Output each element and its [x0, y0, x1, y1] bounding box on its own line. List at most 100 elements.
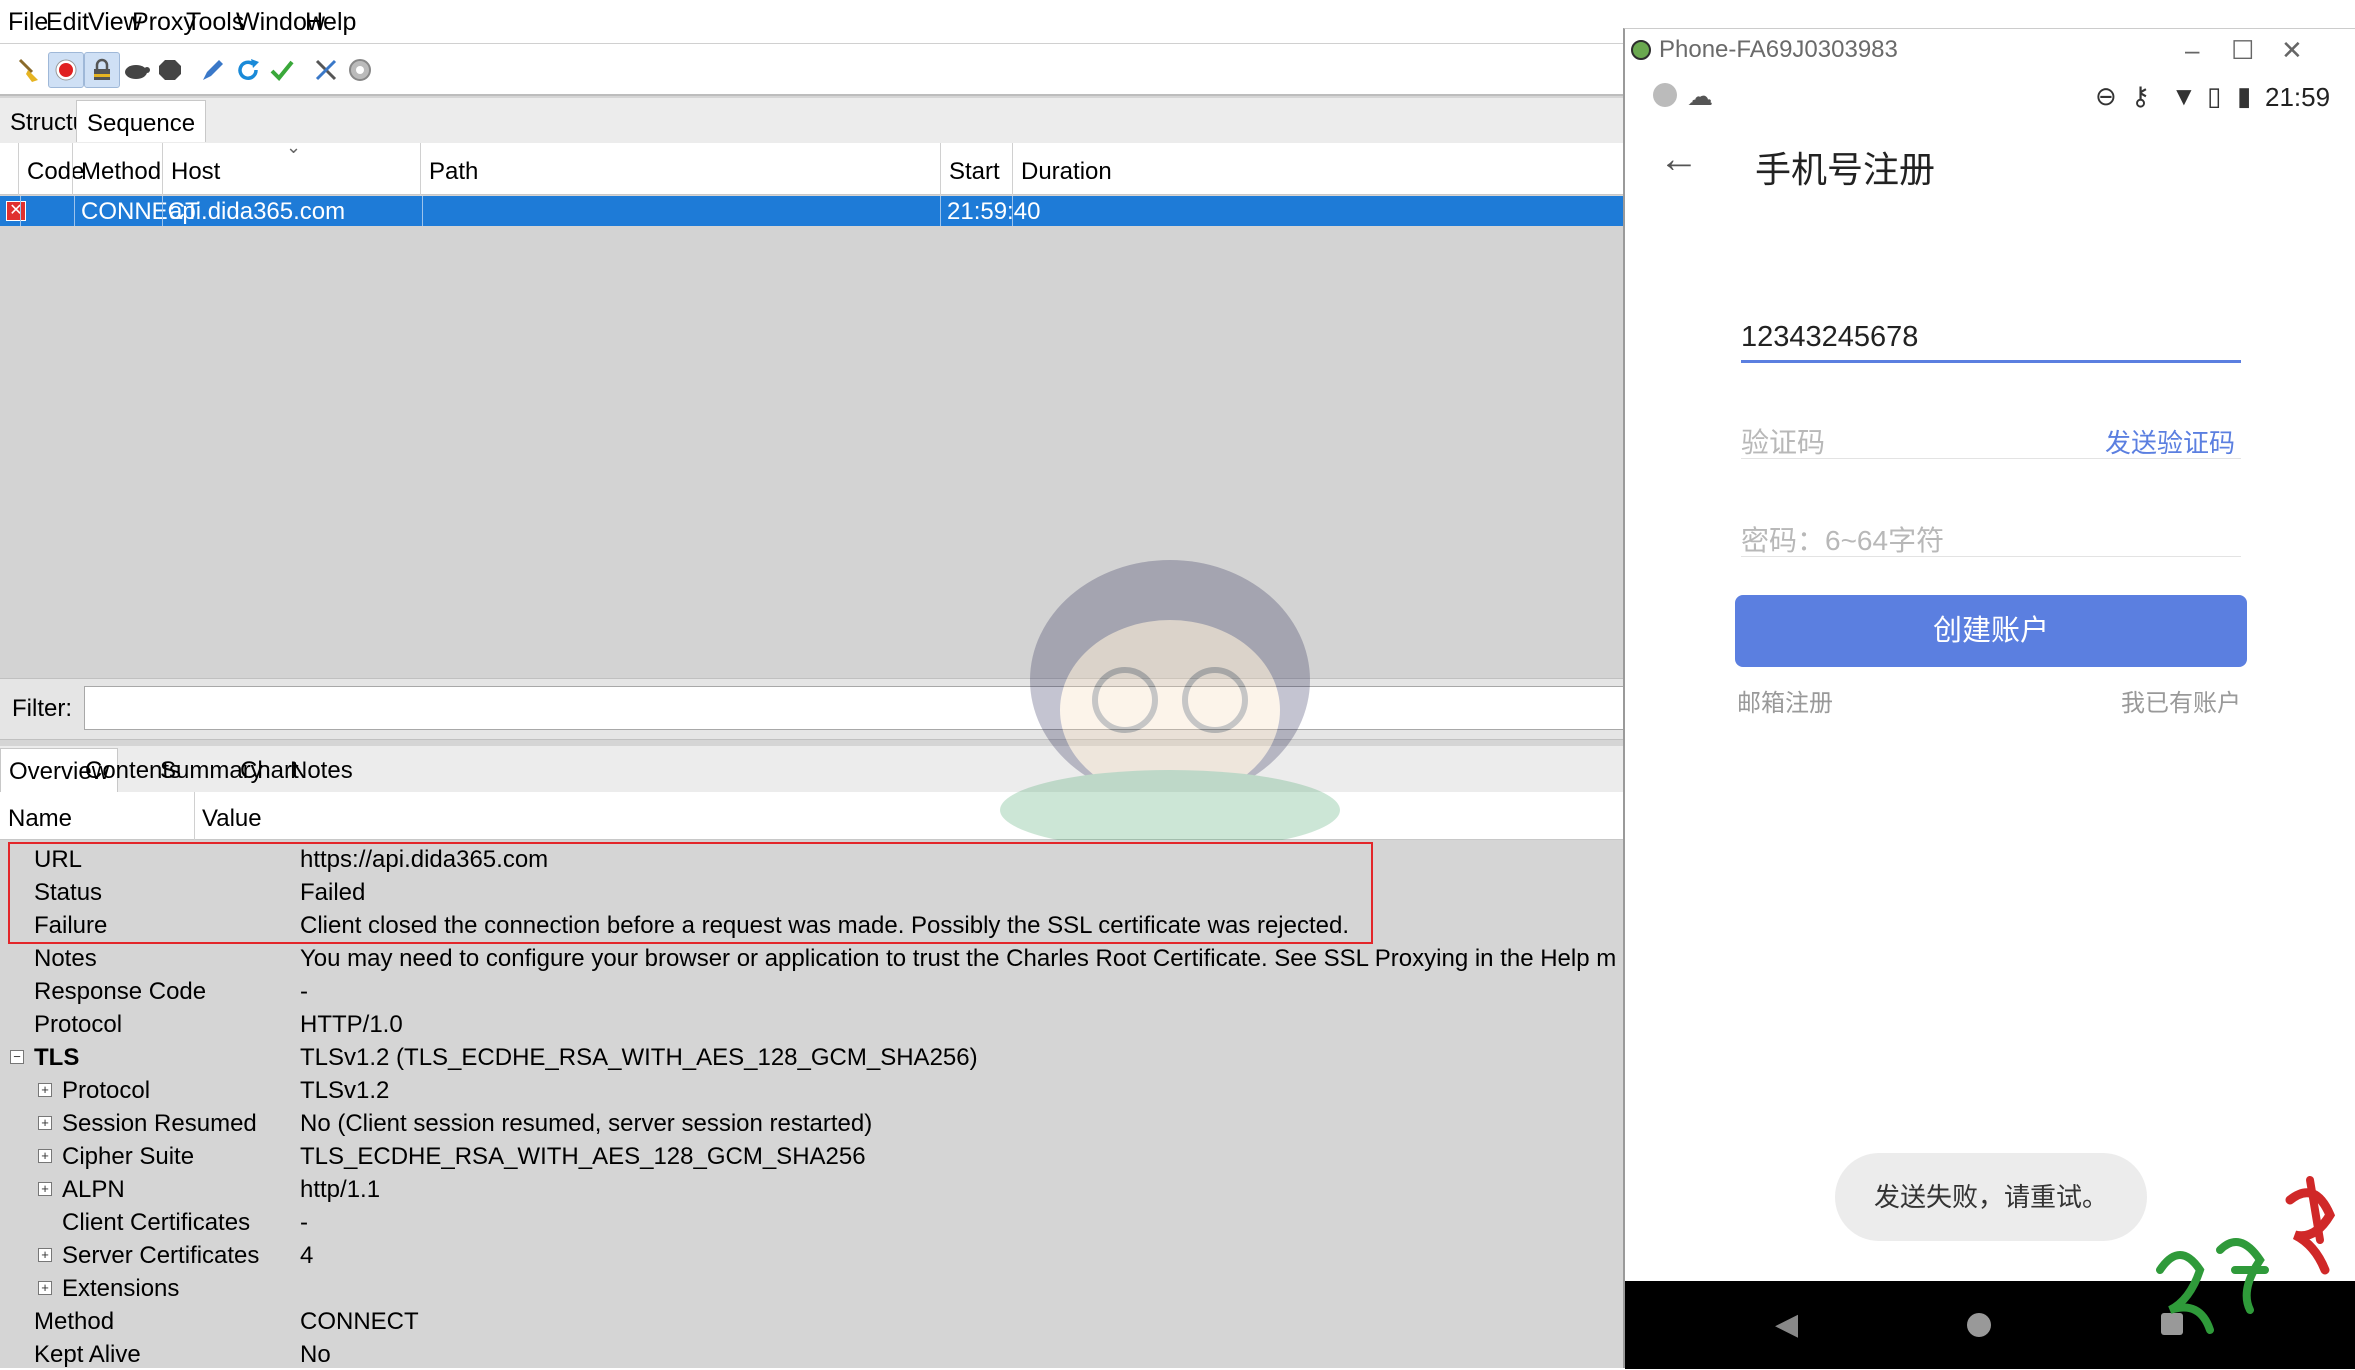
expand-icon[interactable]: + [38, 1281, 52, 1295]
overview-header: Name Value [0, 792, 1625, 840]
row-value: http/1.1 [300, 1176, 381, 1203]
phone-title-bar: Phone-FA69J0303983 – ☐ ✕ [1625, 29, 2355, 73]
cell-code [20, 196, 74, 226]
header-value: Value [202, 805, 262, 832]
ssl-proxy-icon[interactable] [84, 52, 120, 88]
row-name: ALPN [62, 1176, 125, 1203]
repeat-icon[interactable] [230, 52, 266, 88]
vpn-key-icon: ⚷ [2131, 81, 2151, 111]
password-field[interactable]: 密码：6~64字符 [1741, 505, 2241, 557]
close-icon[interactable]: ✕ [2281, 35, 2303, 66]
expand-icon[interactable]: + [38, 1248, 52, 1262]
row-name: Notes [34, 945, 97, 972]
cell-method: CONNECT [74, 196, 200, 226]
overview-row[interactable]: Method CONNECT [0, 1304, 1625, 1337]
row-value: TLS_ECDHE_RSA_WITH_AES_128_GCM_SHA256 [300, 1143, 866, 1170]
wifi-icon: ▼ [2171, 81, 2197, 111]
expand-icon[interactable]: + [38, 1116, 52, 1130]
overview-row[interactable]: Kept Alive No [0, 1337, 1625, 1370]
table-row[interactable]: ✕ CONNECT api.dida365.com 21:59:40 [0, 196, 1625, 226]
expand-icon[interactable]: + [38, 1149, 52, 1163]
table-header: Code Method Host ⌄ Path Start Duration [0, 137, 1625, 195]
settings-icon[interactable] [342, 52, 378, 88]
overview-row[interactable]: + Protocol TLSv1.2 [0, 1073, 1625, 1106]
overview-row[interactable]: Notes You may need to configure your brow… [0, 941, 1625, 974]
header-name: Name [8, 805, 73, 832]
overview-row[interactable]: Protocol HTTP/1.0 [0, 1007, 1625, 1040]
nav-back-icon[interactable]: ◀ [1775, 1307, 1798, 1342]
menu-file[interactable]: File [8, 8, 48, 37]
no-sim-icon: ▯ [2207, 81, 2222, 111]
screen-title: 手机号注册 [1755, 149, 1936, 190]
row-name: Client Certificates [62, 1209, 251, 1236]
minimize-icon[interactable]: – [2185, 35, 2199, 66]
row-name: Server Certificates [62, 1242, 260, 1269]
record-icon[interactable] [48, 52, 84, 88]
row-value: No [300, 1341, 331, 1368]
menu-help[interactable]: Help [305, 8, 356, 37]
session-table-body[interactable] [0, 226, 1625, 678]
row-value: You may need to configure your browser o… [300, 945, 1617, 972]
filter-label: Filter: [12, 695, 72, 722]
row-value: 4 [300, 1242, 314, 1269]
signature-watermark-image [2156, 1176, 2336, 1334]
tab-notes[interactable]: Notes [282, 748, 361, 792]
overview-row[interactable]: + ALPN http/1.1 [0, 1172, 1625, 1205]
overview-row[interactable]: Client Certificates - [0, 1205, 1625, 1238]
notification-dot-icon [1653, 83, 1677, 107]
phone-number-field[interactable]: 12343245678 [1741, 309, 2241, 363]
expand-icon[interactable]: + [38, 1182, 52, 1196]
overview-row[interactable]: Response Code - [0, 974, 1625, 1007]
row-value: No (Client session resumed, server sessi… [300, 1110, 873, 1137]
row-name: Session Resumed [62, 1110, 257, 1137]
have-account-link[interactable]: 我已有账户 [2121, 683, 2241, 718]
menu-edit[interactable]: Edit [46, 8, 89, 37]
validate-icon[interactable] [264, 52, 300, 88]
highlight-box [8, 842, 1373, 944]
header-divider [194, 792, 195, 840]
view-tabs: Structure Sequence [0, 98, 1625, 143]
overview-row[interactable]: − TLS TLSv1.2 (TLS_ECDHE_RSA_WITH_AES_128_… [0, 1040, 1625, 1073]
row-value: HTTP/1.0 [300, 1011, 403, 1038]
row-name: Protocol [34, 1011, 123, 1038]
charles-window: File Edit View Proxy Tools Window Help S… [0, 0, 1644, 1370]
filter-input[interactable] [84, 686, 1644, 730]
overview-row[interactable]: + Extensions [0, 1271, 1625, 1304]
row-name: Protocol [62, 1077, 151, 1104]
overview-row[interactable]: + Server Certificates 4 [0, 1238, 1625, 1271]
create-account-button[interactable]: 创建账户 [1735, 595, 2247, 667]
send-code-button[interactable]: 发送验证码 [2105, 423, 2235, 460]
android-status-bar: ☁ ⊖ ⚷ ▼ ▯ ▮ 21:59 [1625, 73, 2355, 123]
notification-cloud-icon: ☁ [1687, 81, 1713, 111]
column-code[interactable]: Code [18, 143, 84, 195]
maximize-icon[interactable]: ☐ [2231, 35, 2254, 66]
row-name: Response Code [34, 978, 207, 1005]
android-icon [1631, 40, 1651, 60]
nav-home-icon[interactable] [1967, 1313, 1991, 1337]
row-name: Cipher Suite [62, 1143, 195, 1170]
throttle-icon[interactable] [118, 52, 154, 88]
toolbar [0, 44, 1625, 96]
compose-icon[interactable] [195, 52, 231, 88]
collapse-icon[interactable]: − [10, 1050, 24, 1064]
column-path[interactable]: Path [420, 143, 940, 195]
column-duration[interactable]: Duration [1012, 143, 1112, 195]
tools-icon[interactable] [308, 52, 344, 88]
overview-row[interactable]: + Cipher Suite TLS_ECDHE_RSA_WITH_AES_128_… [0, 1139, 1625, 1172]
row-name: TLS [34, 1044, 80, 1071]
column-start[interactable]: Start [940, 143, 1012, 195]
dnd-icon: ⊖ [2095, 81, 2117, 111]
row-value: - [300, 978, 308, 1005]
breakpoint-icon[interactable] [152, 52, 188, 88]
expand-icon[interactable]: + [38, 1083, 52, 1097]
menu-bar: File Edit View Proxy Tools Window Help [0, 0, 1625, 44]
back-arrow-icon[interactable]: ← [1659, 137, 1699, 182]
filter-bar: Filter: [0, 678, 1644, 740]
broom-icon[interactable] [12, 52, 48, 88]
column-method[interactable]: Method [72, 143, 164, 195]
tab-sequence[interactable]: Sequence [76, 100, 207, 142]
email-register-link[interactable]: 邮箱注册 [1737, 683, 1833, 718]
cell-duration [1012, 196, 1112, 226]
cell-host: api.dida365.com [162, 196, 422, 226]
overview-row[interactable]: + Session Resumed No (Client session resum… [0, 1106, 1625, 1139]
